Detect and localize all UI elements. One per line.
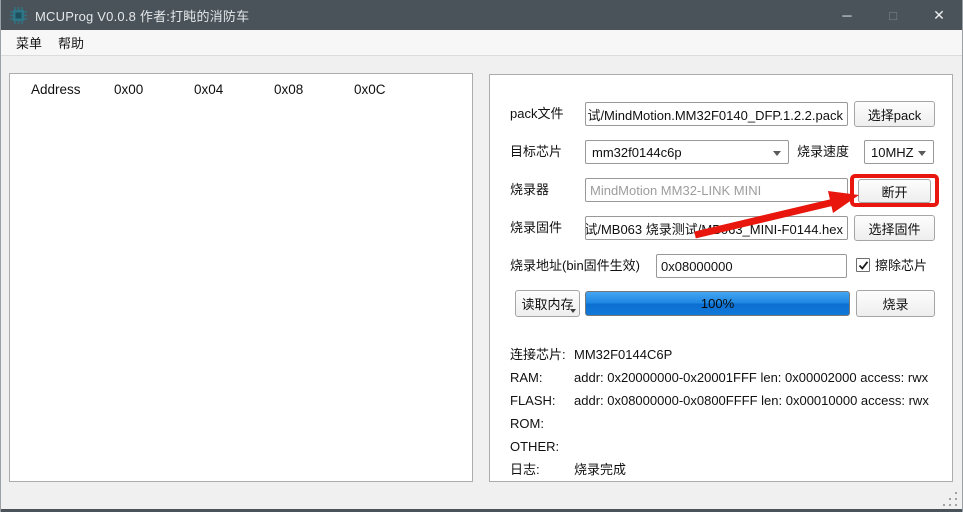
close-icon: ✕ — [933, 6, 945, 23]
menu-item-help[interactable]: 帮助 — [50, 30, 92, 55]
progress-bar: 100% — [585, 291, 850, 316]
title-bar: MCUProg V0.0.8 作者:打盹的消防车 ─ □ ✕ — [1, 0, 962, 30]
maximize-button[interactable]: □ — [870, 0, 916, 30]
pack-file-input[interactable]: 试/MindMotion.MM32F0140_DFP.1.2.2.pack — [585, 102, 848, 126]
menu-item-main[interactable]: 菜单 — [8, 30, 50, 55]
info-row-rom: ROM: — [510, 412, 929, 435]
info-row-other: OTHER: — [510, 435, 929, 458]
minimize-icon: ─ — [842, 7, 852, 23]
firmware-label: 烧录固件 — [510, 220, 563, 235]
info-label: 连接芯片: — [510, 347, 566, 362]
info-label: ROM: — [510, 416, 544, 431]
info-row-log: 日志: 烧录完成 — [510, 458, 929, 481]
memory-table-header: Address 0x00 0x04 0x08 0x0C — [10, 74, 472, 97]
app-chip-icon — [10, 6, 27, 24]
target-chip-label: 目标芯片 — [510, 144, 563, 159]
read-memory-label: 读取内存 — [521, 297, 574, 312]
window-controls: ─ □ ✕ — [824, 0, 962, 30]
memory-table[interactable]: Address 0x00 0x04 0x08 0x0C — [9, 73, 473, 482]
info-label: FLASH: — [510, 393, 556, 408]
burn-address-label: 烧录地址(bin固件生效) — [510, 258, 641, 273]
checkmark-icon — [858, 260, 868, 270]
programmer-label: 烧录器 — [510, 182, 550, 197]
maximize-icon: □ — [889, 7, 897, 23]
select-firmware-button[interactable]: 选择固件 — [854, 215, 935, 241]
programmer-device-field[interactable]: MindMotion MM32-LINK MINI — [585, 178, 848, 202]
target-chip-value: mm32f0144c6p — [592, 144, 682, 160]
burn-address-input[interactable]: 0x08000000 — [656, 254, 847, 278]
read-memory-button[interactable]: 读取内存 — [515, 290, 580, 317]
minimize-button[interactable]: ─ — [824, 0, 870, 30]
device-info: 连接芯片: MM32F0144C6P RAM: addr: 0x20000000… — [510, 343, 929, 481]
app-window: MCUProg V0.0.8 作者:打盹的消防车 ─ □ ✕ 菜单 帮助 Add… — [0, 0, 963, 512]
column-header-0x00: 0x00 — [114, 82, 144, 97]
info-label: RAM: — [510, 370, 543, 385]
info-value: MM32F0144C6P — [574, 347, 673, 362]
select-pack-button[interactable]: 选择pack — [854, 101, 935, 127]
erase-chip-label: 擦除芯片 — [875, 258, 928, 273]
column-header-address: Address — [31, 82, 81, 97]
speed-value: 10MHZ — [871, 144, 914, 160]
info-row-flash: FLASH: addr: 0x08000000-0x0800FFFF len: … — [510, 389, 929, 412]
column-header-0x0C: 0x0C — [354, 82, 386, 97]
disconnect-button[interactable]: 断开 — [858, 179, 931, 203]
resize-grip[interactable] — [941, 492, 958, 507]
speed-combobox[interactable]: 10MHZ — [864, 140, 934, 164]
info-label: 日志: — [510, 462, 540, 477]
menu-indicator-icon — [570, 309, 576, 313]
info-value: 烧录完成 — [574, 462, 627, 477]
programmer-panel: pack文件 试/MindMotion.MM32F0140_DFP.1.2.2.… — [489, 74, 953, 482]
speed-label: 烧录速度 — [797, 144, 850, 159]
erase-chip-checkbox[interactable] — [856, 258, 870, 272]
close-button[interactable]: ✕ — [916, 0, 962, 30]
target-chip-combobox[interactable]: mm32f0144c6p — [585, 140, 789, 164]
firmware-input[interactable]: 试/MB063 烧录测试/MB063_MINI-F0144.hex — [585, 216, 848, 240]
info-row-ram: RAM: addr: 0x20000000-0x20001FFF len: 0x… — [510, 366, 929, 389]
progress-value: 100% — [700, 296, 735, 311]
info-row-chip: 连接芯片: MM32F0144C6P — [510, 343, 929, 366]
column-header-0x04: 0x04 — [194, 82, 224, 97]
info-value: addr: 0x08000000-0x0800FFFF len: 0x00010… — [574, 393, 929, 408]
program-button[interactable]: 烧录 — [856, 290, 935, 317]
window-title: MCUProg V0.0.8 作者:打盹的消防车 — [35, 8, 250, 24]
info-label: OTHER: — [510, 439, 560, 454]
chevron-down-icon — [918, 151, 926, 156]
info-value: addr: 0x20000000-0x20001FFF len: 0x00002… — [574, 370, 929, 385]
pack-file-label: pack文件 — [510, 106, 564, 121]
chevron-down-icon — [773, 151, 781, 156]
column-header-0x08: 0x08 — [274, 82, 304, 97]
menu-bar: 菜单 帮助 — [1, 30, 962, 56]
